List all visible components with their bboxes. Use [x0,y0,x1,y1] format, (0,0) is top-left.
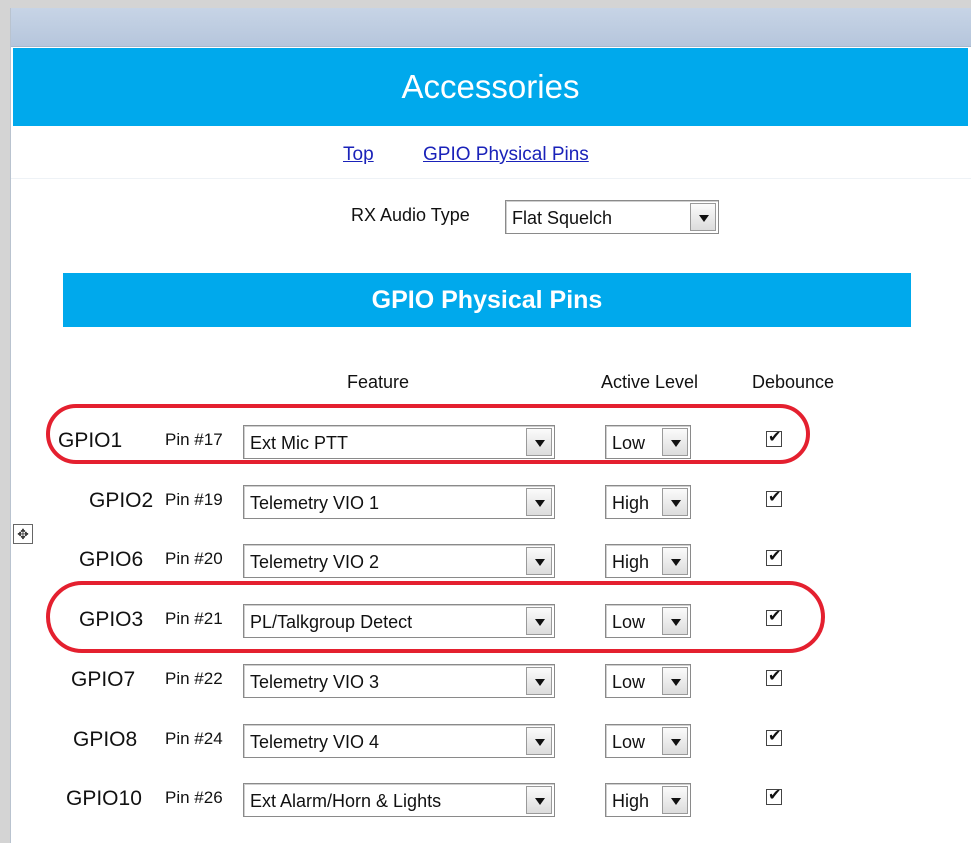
feature-select[interactable]: PL/Talkgroup Detect [243,604,555,638]
page-title-banner: Accessories [13,48,968,126]
chevron-down-icon[interactable] [662,607,688,635]
link-top[interactable]: Top [343,144,374,166]
active-level-value: Low [612,732,646,752]
gpio-name: GPIO10 [66,787,142,810]
active-level-value: Low [612,672,646,692]
browser-top-strip [11,8,971,47]
active-level-value: Low [612,612,646,632]
debounce-checkbox[interactable] [766,667,782,687]
active-level-select[interactable]: Low [605,425,691,459]
pin-number: Pin #19 [165,490,223,509]
chevron-down-icon[interactable] [526,786,552,814]
pin-number: Pin #22 [165,669,223,688]
feature-select[interactable]: Telemetry VIO 2 [243,544,555,578]
feature-value: Ext Mic PTT [250,433,348,453]
debounce-checkbox[interactable] [766,727,782,747]
active-level-value: High [612,552,650,572]
column-header-debounce: Debounce [752,372,835,392]
nav-links: Top GPIO Physical Pins [11,132,971,179]
chevron-down-icon[interactable] [662,786,688,814]
debounce-checkbox[interactable] [766,607,782,627]
active-level-value: High [612,493,650,513]
gpio-name: GPIO8 [73,728,138,751]
rx-audio-type-select[interactable]: Flat Squelch [505,200,719,234]
feature-value: PL/Talkgroup Detect [250,612,413,632]
chevron-down-icon[interactable] [662,547,688,575]
feature-select[interactable]: Telemetry VIO 3 [243,664,555,698]
active-level-value: High [612,791,650,811]
active-level-select[interactable]: High [605,544,691,578]
feature-value: Ext Alarm/Horn & Lights [250,791,442,811]
chevron-down-icon[interactable] [662,727,688,755]
gpio-name: GPIO7 [71,668,136,691]
column-header-feature: Feature [347,372,410,392]
feature-value: Telemetry VIO 3 [250,672,380,692]
feature-value: Telemetry VIO 1 [250,493,380,513]
active-level-select[interactable]: High [605,485,691,519]
chevron-down-icon[interactable] [662,667,688,695]
pin-number: Pin #21 [165,609,223,628]
pin-number: Pin #17 [165,430,223,449]
chevron-down-icon[interactable] [690,203,716,231]
pin-number: Pin #24 [165,729,223,748]
gpio-name: GPIO2 [89,489,154,512]
feature-select[interactable]: Telemetry VIO 1 [243,485,555,519]
feature-value: Telemetry VIO 4 [250,732,380,752]
chevron-down-icon[interactable] [526,488,552,516]
debounce-checkbox[interactable] [766,547,782,567]
chevron-down-icon[interactable] [526,547,552,575]
feature-value: Telemetry VIO 2 [250,552,380,572]
active-level-value: Low [612,433,646,453]
active-level-select[interactable]: High [605,783,691,817]
active-level-select[interactable]: Low [605,604,691,638]
chevron-down-icon[interactable] [526,607,552,635]
gpio-section-banner: GPIO Physical Pins [63,273,911,327]
chevron-down-icon[interactable] [526,727,552,755]
gpio-name: GPIO3 [79,608,144,631]
pin-number: Pin #26 [165,788,223,807]
feature-select[interactable]: Ext Alarm/Horn & Lights [243,783,555,817]
gpio-name: GPIO1 [58,429,123,452]
rx-audio-type-value: Flat Squelch [512,208,613,228]
feature-select[interactable]: Ext Mic PTT [243,425,555,459]
chevron-down-icon[interactable] [526,667,552,695]
gpio-section-title: GPIO Physical Pins [371,286,603,314]
gpio-name: GPIO6 [79,548,144,571]
rx-audio-type-label: RX Audio Type [351,205,470,225]
page: Accessories Top GPIO Physical Pins RX Au… [10,8,971,843]
chevron-down-icon[interactable] [662,428,688,456]
chevron-down-icon[interactable] [526,428,552,456]
feature-select[interactable]: Telemetry VIO 4 [243,724,555,758]
column-header-active-level: Active Level [601,372,699,392]
page-title: Accessories [401,68,580,105]
debounce-checkbox[interactable] [766,488,782,508]
move-handle-icon[interactable]: ✥ [13,524,33,544]
active-level-select[interactable]: Low [605,724,691,758]
debounce-checkbox[interactable] [766,786,782,806]
chevron-down-icon[interactable] [662,488,688,516]
debounce-checkbox[interactable] [766,428,782,448]
link-gpio-physical-pins[interactable]: GPIO Physical Pins [423,144,589,166]
active-level-select[interactable]: Low [605,664,691,698]
pin-number: Pin #20 [165,549,223,568]
